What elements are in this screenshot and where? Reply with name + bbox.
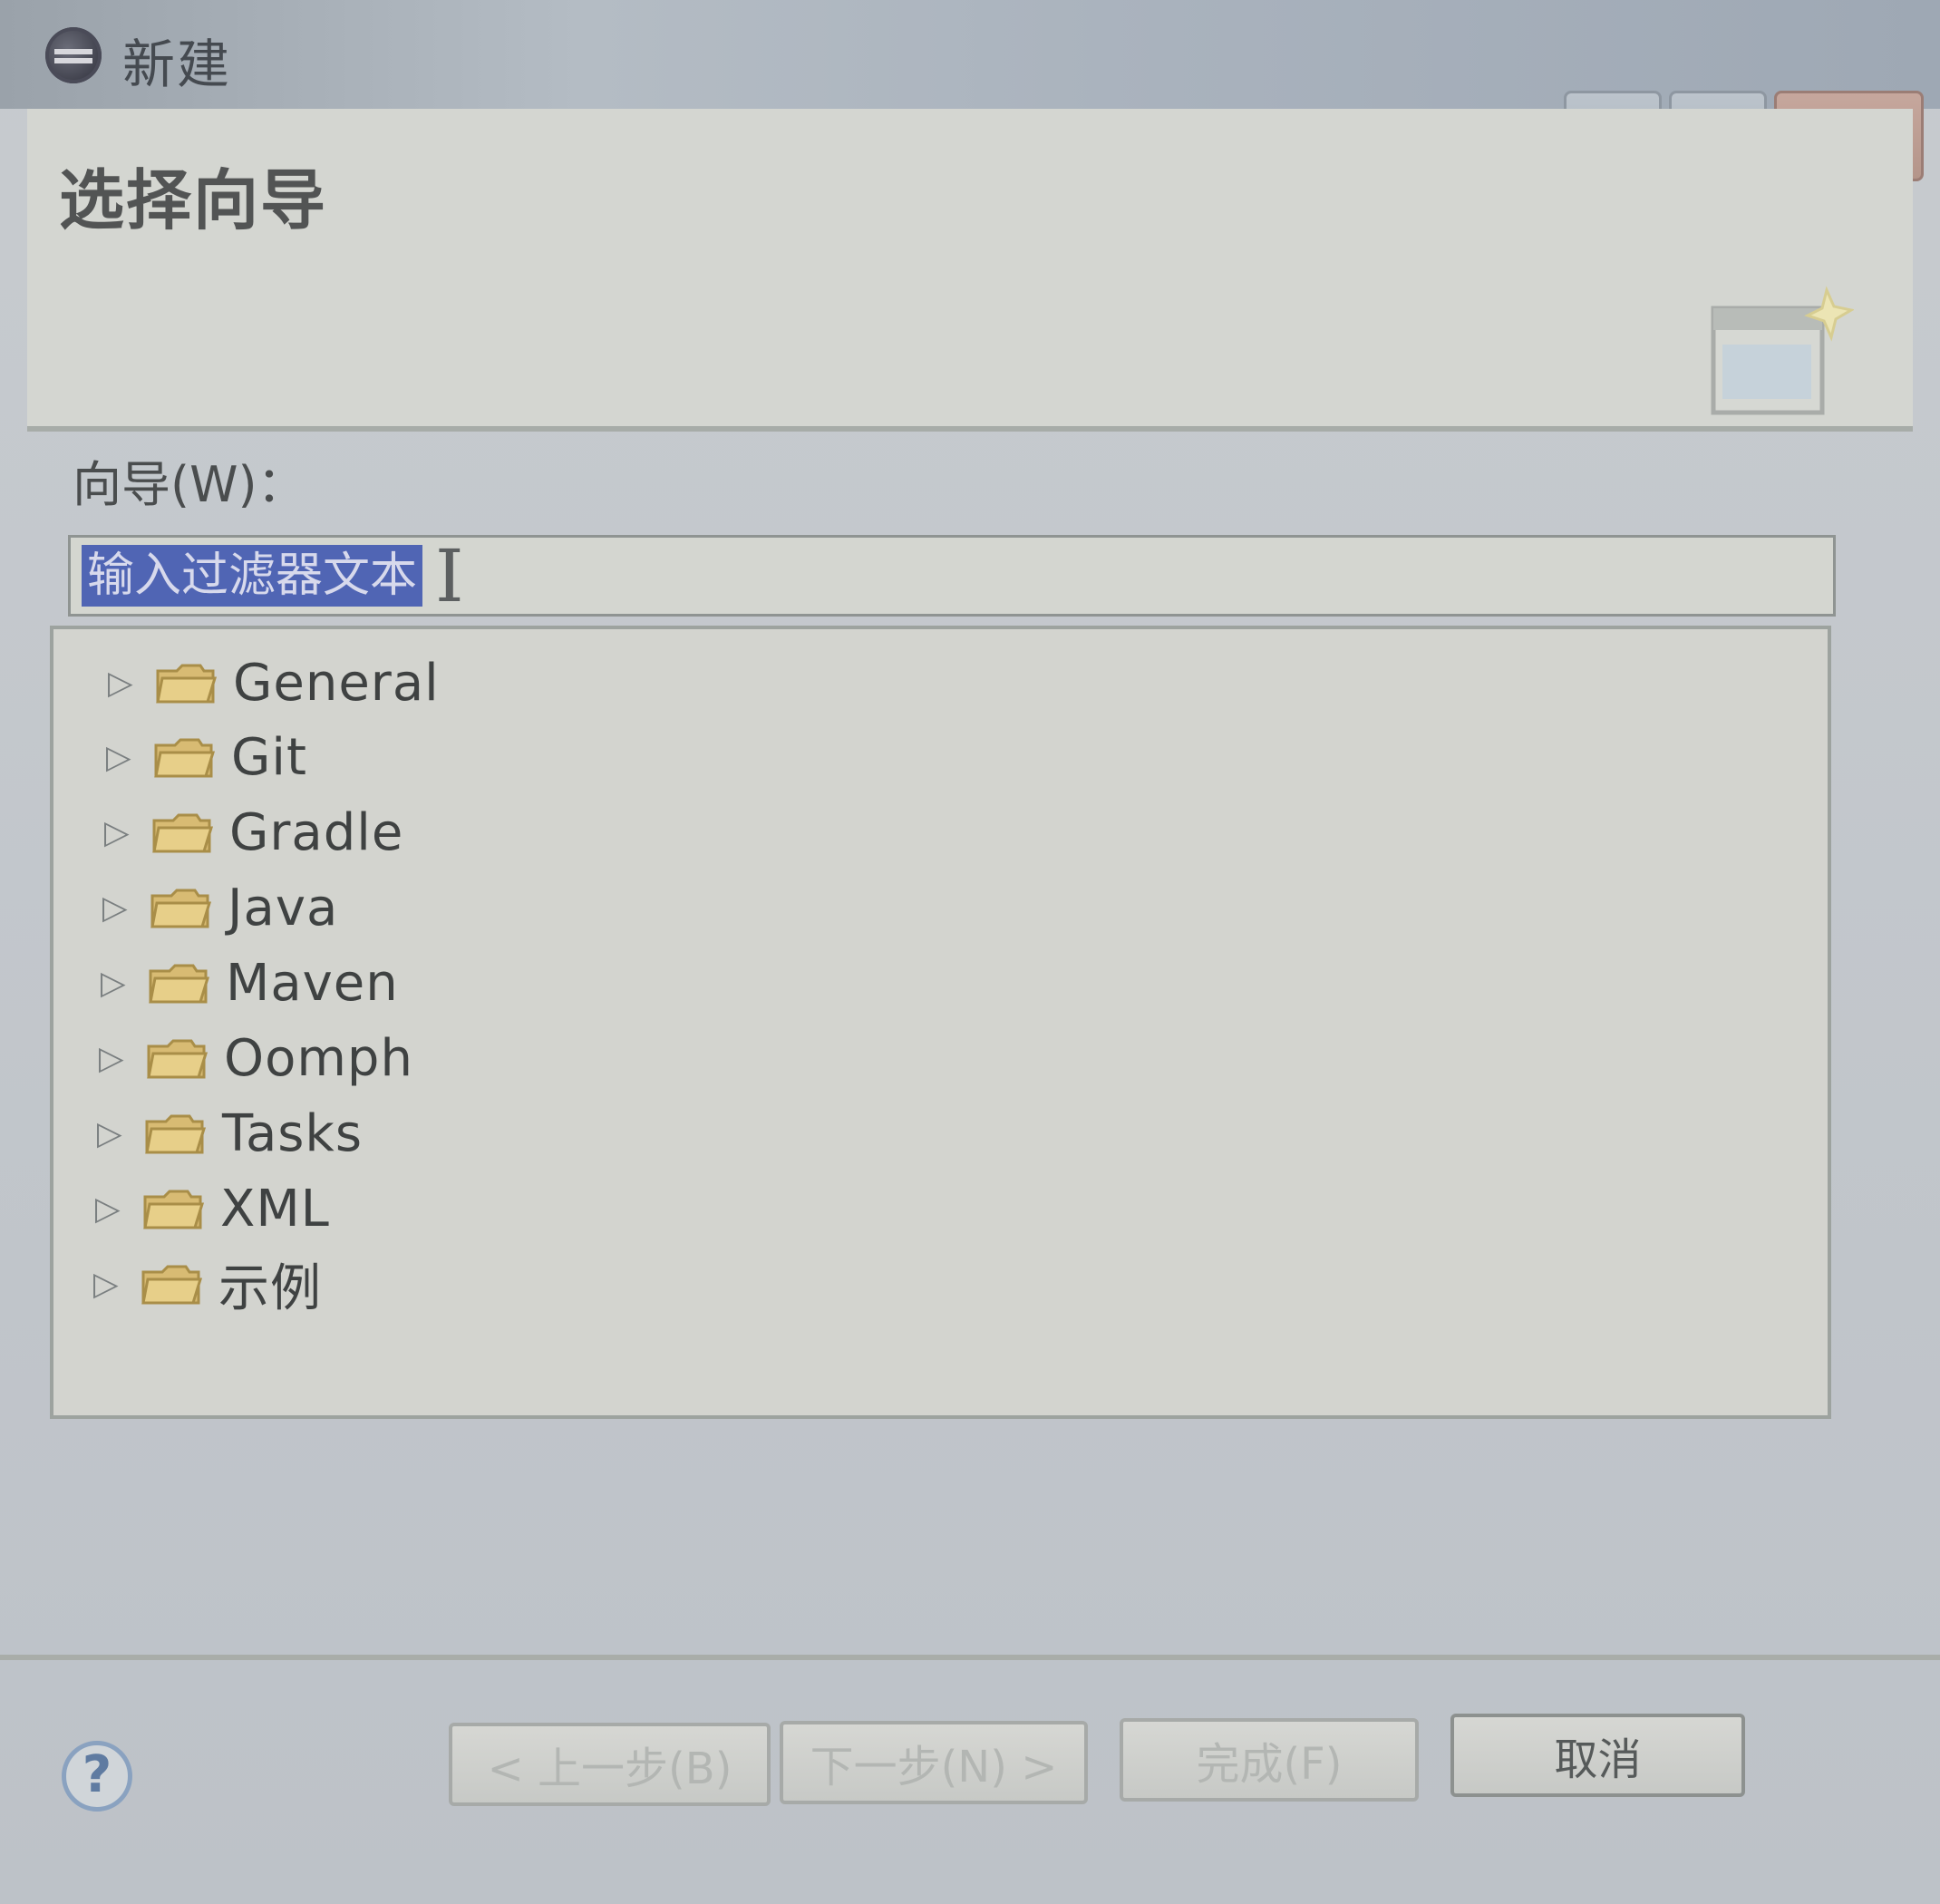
wizard-tree[interactable]: ▷ General ▷ Git ▷ Gradle ▷ Java ▷ Maven … (50, 626, 1831, 1419)
expand-arrow-icon[interactable]: ▷ (93, 1266, 124, 1303)
cancel-button[interactable]: 取消 (1450, 1714, 1745, 1797)
tree-item-general[interactable]: ▷ General (108, 646, 440, 720)
tree-item-label: 示例 (218, 1258, 322, 1318)
tree-item-gradle[interactable]: ▷ Gradle (104, 795, 403, 869)
folder-icon (143, 1190, 204, 1229)
expand-arrow-icon[interactable]: ▷ (102, 889, 133, 927)
tree-item-maven[interactable]: ▷ Maven (101, 946, 399, 1020)
footer-divider (0, 1655, 1940, 1660)
folder-icon (147, 1039, 208, 1079)
title-bar[interactable]: 新建 ✕ (0, 0, 1940, 181)
tree-item-examples[interactable]: ▷ 示例 (93, 1247, 322, 1321)
tree-item-git[interactable]: ▷ Git (106, 720, 307, 794)
folder-icon (149, 964, 209, 1004)
expand-arrow-icon[interactable]: ▷ (106, 739, 137, 776)
tree-item-label: Maven (226, 953, 399, 1013)
expand-arrow-icon[interactable]: ▷ (104, 814, 135, 851)
expand-arrow-icon[interactable]: ▷ (101, 965, 131, 1002)
folder-icon (150, 889, 211, 928)
folder-icon (152, 813, 213, 853)
tree-item-tasks[interactable]: ▷ Tasks (97, 1096, 363, 1171)
folder-icon (145, 1114, 206, 1154)
new-wizard-icon (1711, 286, 1854, 415)
tree-item-label: Oomph (224, 1028, 413, 1088)
page-title: 选择向导 (59, 162, 328, 238)
expand-arrow-icon[interactable]: ▷ (99, 1040, 130, 1077)
filter-input[interactable]: 输入过滤器文本 I (68, 533, 1836, 618)
eclipse-icon (45, 27, 102, 83)
tree-item-label: Gradle (229, 802, 404, 862)
folder-icon (156, 664, 217, 704)
wizards-label: 向导(W)： (73, 456, 306, 513)
tree-item-label: XML (220, 1179, 330, 1239)
tree-item-label: General (233, 653, 440, 713)
new-wizard-dialog: 新建 ✕ 选择向导 向导(W)： 输入过滤器文本 I ▷ (0, 0, 1940, 1904)
finish-button[interactable]: 完成(F) (1120, 1718, 1419, 1802)
expand-arrow-icon[interactable]: ▷ (108, 665, 139, 702)
expand-arrow-icon[interactable]: ▷ (95, 1190, 126, 1228)
help-button[interactable]: ? (62, 1741, 132, 1812)
tree-item-label: Tasks (222, 1103, 364, 1163)
expand-arrow-icon[interactable]: ▷ (97, 1115, 128, 1152)
tree-item-java[interactable]: ▷ Java (102, 870, 338, 945)
tree-item-label: Git (231, 727, 307, 787)
tree-item-oomph[interactable]: ▷ Oomph (99, 1021, 413, 1095)
back-button[interactable]: < 上一步(B) (449, 1723, 771, 1806)
tree-item-label: Java (228, 878, 339, 937)
filter-text[interactable]: 输入过滤器文本 (82, 545, 423, 607)
next-button[interactable]: 下一步(N) > (780, 1721, 1088, 1804)
wizard-header: 选择向导 (27, 109, 1913, 432)
folder-icon (154, 738, 215, 778)
window-title: 新建 (122, 34, 232, 95)
folder-icon (141, 1265, 202, 1305)
text-cursor-icon: I (435, 533, 464, 618)
tree-item-xml[interactable]: ▷ XML (95, 1171, 330, 1246)
